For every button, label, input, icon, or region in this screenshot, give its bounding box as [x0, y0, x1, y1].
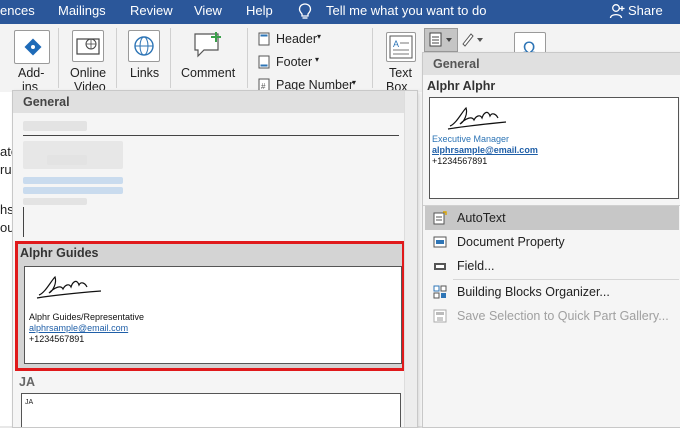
tab-mailings[interactable]: Mailings [58, 3, 106, 18]
ribbon-divider [170, 28, 171, 88]
entry-border [23, 135, 399, 136]
addins-label: Add- [18, 66, 45, 80]
addins-button[interactable] [14, 30, 50, 64]
gallery-entry-alphr-guides[interactable]: Alphr Guides Alphr Guides/Representative… [15, 241, 405, 371]
svg-text:A: A [393, 39, 399, 49]
entry-title: Alphr Alphr [427, 79, 496, 93]
footer-button[interactable]: Footer [276, 55, 312, 69]
blurred-signature [47, 155, 87, 165]
field-icon [433, 259, 447, 273]
menu-item-save-selection: Save Selection to Quick Part Gallery... [425, 304, 679, 328]
tab-review[interactable]: Review [130, 3, 173, 18]
building-blocks-icon [433, 285, 447, 299]
tab-help[interactable]: Help [246, 3, 273, 18]
handwritten-signature [446, 104, 510, 132]
menu-item-label: AutoText [457, 211, 506, 225]
save-selection-icon [433, 309, 447, 323]
lightbulb-icon [298, 3, 312, 20]
menu-item-autotext[interactable]: AutoText [425, 206, 679, 230]
quick-parts-button[interactable] [424, 28, 458, 52]
signature-title: Alphr Guides/Representative [29, 312, 145, 322]
signature-email-link[interactable]: alphrsample@email.com [432, 145, 538, 156]
ja-preview-text: JA [25, 399, 34, 406]
handwritten-signature [35, 273, 105, 301]
menu-item-label: Field... [457, 259, 495, 273]
gallery-entry-ja[interactable]: JA [21, 393, 401, 427]
signature-phone: +1234567891 [29, 334, 85, 344]
ribbon-divider [116, 28, 117, 88]
building-blocks-gallery: General Alphr Guides Alphr Guides/Repres… [12, 90, 418, 428]
textbox-icon[interactable]: A [386, 32, 416, 62]
quick-parts-section-header: General [423, 53, 680, 75]
signature-preview: Alphr Guides/Representative alphrsample@… [24, 266, 402, 364]
blurred-title-line [23, 177, 123, 184]
chevron-down-icon: ▾ [317, 32, 322, 41]
chevron-down-icon: ▾ [315, 55, 320, 64]
links-icon[interactable] [128, 30, 160, 62]
signature-phone: +1234567891 [432, 156, 488, 166]
signature-title: Executive Manager [432, 134, 510, 144]
online-video-icon[interactable] [72, 30, 104, 62]
share-button[interactable]: Share [628, 3, 663, 18]
textbox-label[interactable]: Text [389, 66, 412, 80]
tab-view[interactable]: View [194, 3, 222, 18]
comment-icon[interactable] [192, 30, 224, 60]
quick-parts-entry-alphr-alphr[interactable]: Executive Manager alphrsample@email.com … [429, 97, 679, 199]
menu-item-building-blocks-organizer[interactable]: Building Blocks Organizer... [425, 280, 679, 304]
gallery-section-header: General [13, 91, 405, 113]
gallery-scrollbar[interactable] [404, 91, 417, 427]
header-button[interactable]: Header [276, 32, 317, 46]
gallery-entry-general[interactable] [17, 115, 405, 237]
comment-label[interactable]: Comment [181, 66, 235, 80]
header-icon [258, 32, 270, 46]
ribbon-divider [372, 28, 373, 88]
menu-item-document-property[interactable]: Document Property [425, 230, 679, 254]
blurred-phone-line [23, 198, 87, 205]
menu-item-label: Document Property [457, 235, 565, 249]
chevron-down-icon: ▾ [352, 78, 357, 87]
ribbon-divider [58, 28, 59, 88]
tell-me-search[interactable]: Tell me what you want to do [326, 3, 486, 18]
footer-icon [258, 55, 270, 69]
signature-email-link[interactable]: alphrsample@email.com [29, 323, 128, 334]
blurred-email-line [23, 187, 123, 194]
blurred-entry-title [23, 121, 87, 131]
online-video-label: Online [70, 66, 107, 80]
gallery-section-header: JA [19, 375, 35, 389]
ribbon-divider [247, 28, 248, 88]
links-label[interactable]: Links [130, 66, 159, 80]
quick-parts-menu: General Alphr Alphr Executive Manager al… [422, 52, 680, 428]
tab-references[interactable]: ences [0, 3, 35, 18]
doc-text-fragment: ru [0, 162, 12, 177]
share-person-icon [609, 3, 625, 19]
autotext-icon [433, 211, 447, 225]
signature-line-icon[interactable] [460, 30, 486, 48]
menu-item-label: Save Selection to Quick Part Gallery... [457, 309, 669, 323]
menu-item-field[interactable]: Field... [425, 254, 679, 278]
menu-bar: ences Mailings Review View Help Tell me … [0, 0, 680, 24]
document-property-icon [433, 235, 447, 249]
entry-title: Alphr Guides [20, 246, 99, 260]
menu-item-label: Building Blocks Organizer... [457, 285, 610, 299]
entry-border [23, 207, 24, 237]
